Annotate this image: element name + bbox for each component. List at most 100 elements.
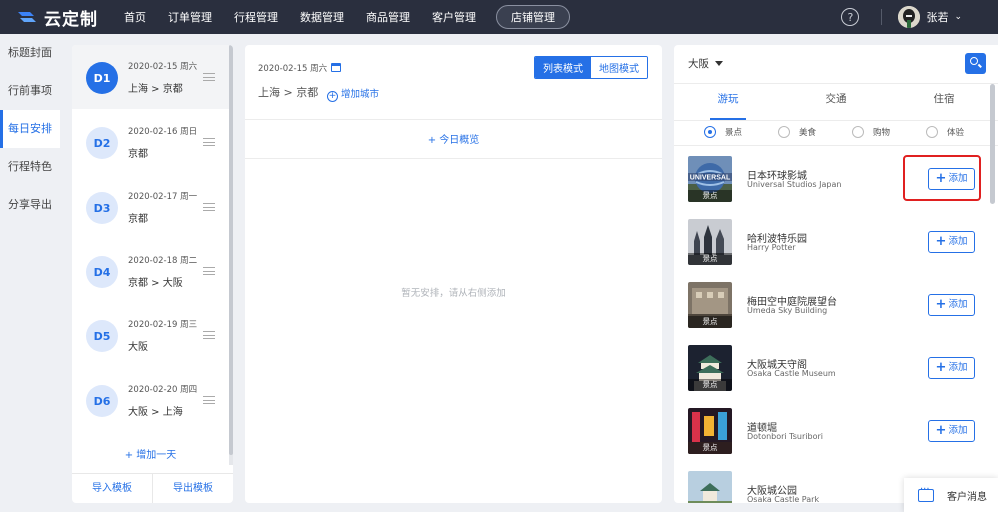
calendar-icon[interactable]	[331, 63, 342, 72]
day-detail-date: 2020-02-15 周六	[258, 62, 342, 74]
side-item-share[interactable]: 分享导出	[0, 186, 60, 224]
filter-label: 美食	[799, 128, 817, 138]
plus-icon: +	[935, 297, 947, 312]
spot-tag: 景点	[688, 379, 732, 391]
drag-handle-icon[interactable]	[203, 267, 215, 275]
side-item-cover[interactable]: 标题封面	[0, 34, 60, 72]
scrollbar-thumb[interactable]	[229, 45, 233, 455]
day-route: 上海 > 京都	[128, 84, 183, 95]
divider	[881, 9, 883, 25]
add-label: 添加	[948, 425, 968, 436]
spot-english-name: Osaka Castle Park	[747, 495, 820, 503]
filter-label: 景点	[725, 128, 743, 138]
caret-down-icon	[715, 61, 723, 66]
add-city-label: 增加城市	[341, 89, 380, 100]
user-area: ? 张若 ⌄	[841, 0, 998, 34]
add-label: 添加	[948, 362, 968, 373]
side-item-features[interactable]: 行程特色	[0, 148, 60, 186]
nav-store-button[interactable]: 店铺管理	[496, 5, 570, 29]
avatar-image-icon	[898, 6, 921, 28]
city-select[interactable]: 大阪	[688, 56, 723, 71]
empty-state-text: 暂无安排，请从右侧添加	[401, 288, 506, 299]
drag-handle-icon[interactable]	[203, 396, 215, 404]
side-item-pretrip[interactable]: 行前事项	[0, 72, 60, 110]
filter-food[interactable]: 美食	[778, 126, 816, 138]
user-name[interactable]: 张若	[926, 9, 948, 25]
castle-park-image-icon	[688, 471, 732, 503]
spot-tag: 景点	[688, 190, 732, 202]
drag-handle-icon[interactable]	[203, 203, 215, 211]
add-city-button[interactable]: + 增加城市	[327, 86, 379, 102]
filter-sights[interactable]: 景点	[704, 126, 742, 138]
spot-item: 景点 道顿堀 Dotonbori Tsuribori + 添加	[674, 408, 994, 471]
avatar[interactable]	[898, 6, 921, 28]
day-date: 2020-02-19 周三	[128, 320, 198, 330]
nav-products[interactable]: 商品管理	[366, 9, 410, 25]
today-overview-button[interactable]: + 今日概览	[245, 131, 662, 146]
top-navbar: 云定制 首页 订单管理 行程管理 数据管理 商品管理 客户管理 店铺管理 ? 张…	[0, 0, 998, 34]
add-spot-button[interactable]: + 添加	[928, 294, 975, 316]
day-item-d2[interactable]: D2 2020-02-16 周日 京都	[72, 110, 229, 174]
day-detail-panel: 2020-02-15 周六 上海 > 京都 + 增加城市 列表模式 地图模式 + …	[245, 45, 662, 503]
map-mode-button[interactable]: 地图模式	[591, 57, 647, 78]
day-badge: D1	[86, 62, 118, 94]
day-list-scrollbar[interactable]	[229, 45, 233, 465]
day-badge: D6	[86, 385, 118, 417]
export-template-button[interactable]: 导出模板	[152, 474, 233, 503]
plus-circle-icon: +	[327, 91, 338, 102]
nav-home[interactable]: 首页	[124, 9, 146, 25]
day-badge: D5	[86, 320, 118, 352]
spot-english-name: Harry Potter	[747, 243, 796, 252]
logo-icon	[18, 12, 36, 22]
day-detail-route: 上海 > 京都	[258, 86, 319, 99]
side-item-daily[interactable]: 每日安排	[0, 110, 60, 148]
day-item-d1[interactable]: D1 2020-02-15 周六 上海 > 京都	[72, 45, 229, 109]
add-spot-button[interactable]: + 添加	[928, 357, 975, 379]
filter-experience[interactable]: 体验	[926, 126, 964, 138]
brand-logo[interactable]: 云定制	[16, 5, 108, 30]
day-item-d3[interactable]: D3 2020-02-17 周一 京都	[72, 175, 229, 239]
drag-handle-icon[interactable]	[203, 331, 215, 339]
spot-english-name: Umeda Sky Building	[747, 306, 828, 315]
filter-label: 购物	[873, 128, 891, 138]
spot-thumbnail	[688, 471, 732, 503]
spot-tag: 景点	[688, 442, 732, 454]
day-list-panel: D1 2020-02-15 周六 上海 > 京都 D2 2020-02-16 周…	[72, 45, 233, 503]
nav-customers[interactable]: 客户管理	[432, 9, 476, 25]
day-date: 2020-02-20 周四	[128, 385, 198, 395]
nav-itinerary[interactable]: 行程管理	[234, 9, 278, 25]
tab-hotel[interactable]: 住宿	[890, 84, 998, 120]
poi-panel: 大阪 游玩 交通 住宿 景点 美食 购物 体验 UNIVERSAL 景点 日本环…	[674, 45, 998, 503]
import-template-button[interactable]: 导入模板	[72, 474, 152, 503]
day-date: 2020-02-18 周二	[128, 256, 198, 266]
day-item-d4[interactable]: D4 2020-02-18 周二 京都 > 大阪	[72, 239, 229, 303]
spot-thumbnail: 景点	[688, 219, 732, 265]
day-footer: 导入模板 导出模板	[72, 473, 233, 503]
drag-handle-icon[interactable]	[203, 138, 215, 146]
filter-shopping[interactable]: 购物	[852, 126, 890, 138]
plus-icon: +	[935, 423, 947, 438]
help-icon[interactable]: ?	[841, 8, 860, 26]
add-spot-button[interactable]: + 添加	[928, 231, 975, 253]
tab-transport[interactable]: 交通	[782, 84, 890, 120]
day-item-d6[interactable]: D6 2020-02-20 周四 大阪 > 上海	[72, 368, 229, 432]
customer-message-label: 客户消息	[947, 491, 987, 503]
add-day-button[interactable]: + 增加一天	[72, 446, 229, 461]
spot-item: 景点 梅田空中庭院展望台 Umeda Sky Building + 添加	[674, 282, 994, 345]
add-spot-button[interactable]: + 添加	[928, 420, 975, 442]
search-button[interactable]	[965, 53, 986, 74]
nav-orders[interactable]: 订单管理	[168, 9, 212, 25]
chevron-down-icon[interactable]: ⌄	[954, 12, 962, 22]
divider	[245, 158, 662, 159]
spot-thumbnail: 景点	[688, 345, 732, 391]
spot-item: 景点 哈利波特乐园 Harry Potter + 添加	[674, 219, 994, 282]
drag-handle-icon[interactable]	[203, 73, 215, 81]
nav-data[interactable]: 数据管理	[300, 9, 344, 25]
day-item-d5[interactable]: D5 2020-02-19 周三 大阪	[72, 303, 229, 367]
list-mode-button[interactable]: 列表模式	[535, 57, 591, 78]
tab-play[interactable]: 游玩	[674, 84, 782, 120]
customer-message-widget[interactable]: 客户消息	[904, 478, 998, 512]
spot-thumbnail: UNIVERSAL 景点	[688, 156, 732, 202]
day-route: 京都	[128, 149, 148, 160]
day-date: 2020-02-16 周日	[128, 127, 198, 137]
